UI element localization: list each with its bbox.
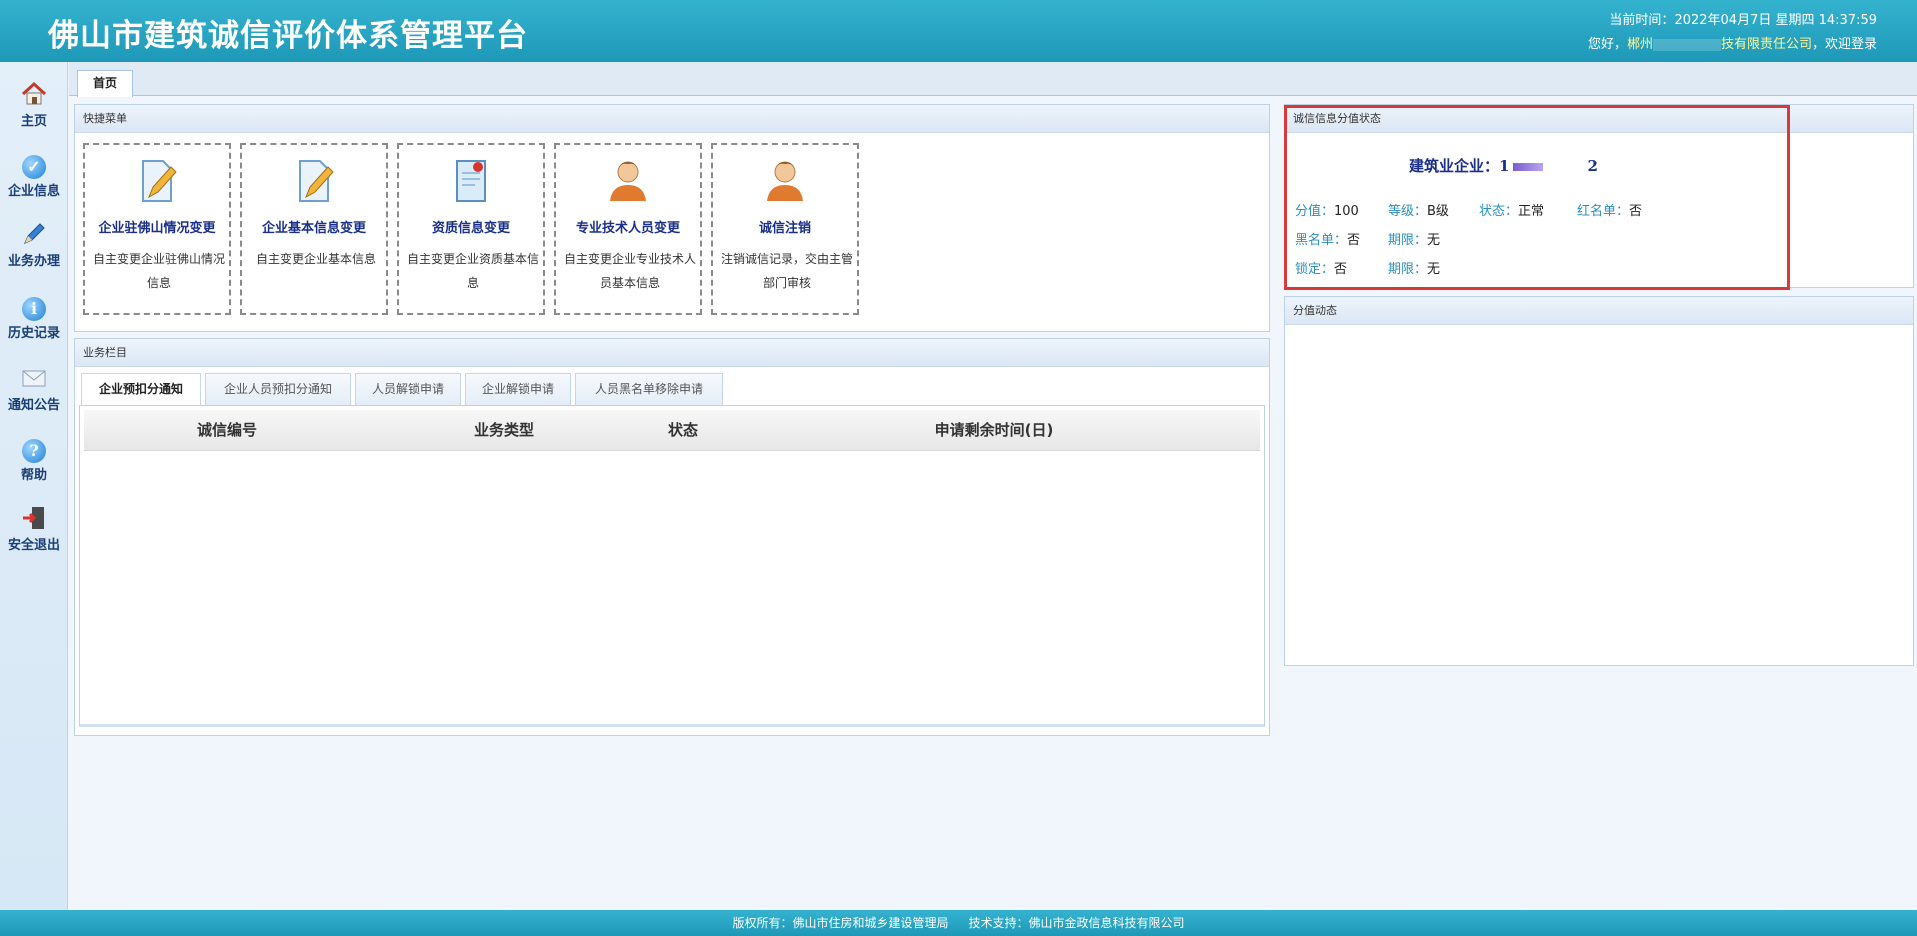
help-icon: ? [20,434,48,463]
nav-logout-label: 安全退出 [7,538,60,553]
redacted-text [1652,38,1721,51]
nav-history[interactable]: i 历史记录 [0,292,68,356]
col-credit-number[interactable]: 诚信编号 [84,410,370,451]
quick-menu-title: 快捷菜单 [75,105,1269,133]
nav-history-label: 历史记录 [7,326,60,341]
business-table: 诚信编号 业务类型 状态 申请剩余时间(日) [84,410,1260,451]
table-header-row: 诚信编号 业务类型 状态 申请剩余时间(日) [84,410,1260,451]
quick-card-title: 资质信息变更 [431,221,510,236]
nav-business[interactable]: 业务办理 [0,220,68,284]
nav-help[interactable]: ? 帮助 [0,434,68,498]
current-time-label: 当前时间： [1609,13,1675,28]
pencil-icon [20,220,48,248]
quick-card-basic-info-change[interactable]: 企业基本信息变更 自主变更企业基本信息 [240,143,388,315]
certificate-icon [445,155,497,207]
support-text: 技术支持：佛山市金政信息科技有限公司 [968,916,1185,930]
tab-blacklist-removal[interactable]: 人员黑名单移除申请 [575,373,723,405]
info-icon: i [20,292,48,321]
quick-card-title: 专业技术人员变更 [575,221,680,236]
greeting-prefix: 您好， [1587,37,1627,52]
business-title: 业务栏目 [75,339,1269,367]
tab-enterprise-deduction[interactable]: 企业预扣分通知 [81,373,201,406]
quick-card-desc: 自主变更企业基本信息 [255,252,376,266]
greeting-suffix: ，欢迎登录 [1811,37,1877,52]
copyright-text: 版权所有：佛山市住房和城乡建设管理局 [732,916,949,930]
tab-staff-deduction[interactable]: 企业人员预扣分通知 [205,373,351,405]
quick-card-title: 诚信注销 [758,221,811,236]
nav-company-info-label: 企业信息 [7,184,60,199]
quick-card-credit-cancel[interactable]: 诚信注销 注销诚信记录，交由主管部门审核 [711,143,859,315]
welcome-message: 您好，郴州 技有限责任公司，欢迎登录 [1588,33,1877,57]
quick-card-desc: 自主变更企业资质基本信息 [407,252,540,290]
quick-card-desc: 注销诚信记录，交由主管部门审核 [721,252,854,290]
quick-card-stationed-change[interactable]: 企业驻佛山情况变更 自主变更企业驻佛山情况信息 [83,143,231,315]
highlight-box [1284,105,1790,290]
quick-card-technical-staff-change[interactable]: 专业技术人员变更 自主变更企业专业技术人员基本信息 [554,143,702,315]
nav-home-label: 主页 [20,114,47,129]
tab-home[interactable]: 首页 [77,70,133,97]
quick-card-desc: 自主变更企业驻佛山情况信息 [93,252,226,290]
current-time: 当前时间：2022年04月7日 星期四 14:37:59 [1588,9,1877,33]
app-title: 佛山市建筑诚信评价体系管理平台 [48,18,528,54]
quick-card-desc: 自主变更企业专业技术人员基本信息 [564,252,697,290]
score-dynamics-panel: 分值动态 [1284,296,1914,666]
mail-icon [20,364,48,392]
tab-enterprise-unlock[interactable]: 企业解锁申请 [465,373,571,405]
score-dynamics-title: 分值动态 [1285,297,1913,325]
header-info: 当前时间：2022年04月7日 星期四 14:37:59 您好，郴州 技有限责任公… [1588,9,1877,57]
user-icon [759,155,811,207]
nav-notice-label: 通知公告 [7,398,60,413]
user-icon [602,155,654,207]
footer: 版权所有：佛山市住房和城乡建设管理局 技术支持：佛山市金政信息科技有限公司 [0,910,1917,936]
quick-card-title: 企业驻佛山情况变更 [98,221,216,236]
nav-business-label: 业务办理 [7,254,60,269]
edit-document-icon [131,155,183,207]
nav-home[interactable]: 主页 [0,80,68,144]
col-status[interactable]: 状态 [638,410,728,451]
nav-notice[interactable]: 通知公告 [0,364,68,428]
logout-icon [20,504,48,532]
company-info-icon: ✓ [20,150,48,179]
tab-staff-unlock[interactable]: 人员解锁申请 [355,373,461,405]
quick-card-qualification-change[interactable]: 资质信息变更 自主变更企业资质基本信息 [397,143,545,315]
edit-document-icon [288,155,340,207]
nav-company-info[interactable]: ✓ 企业信息 [0,150,68,214]
header: 佛山市建筑诚信评价体系管理平台 当前时间：2022年04月7日 星期四 14:3… [0,0,1917,62]
nav-logout[interactable]: 安全退出 [0,504,68,568]
nav-help-label: 帮助 [20,468,47,483]
home-icon [20,80,48,108]
current-time-value: 2022年04月7日 星期四 14:37:59 [1674,13,1877,28]
company-name-part1: 郴州 [1626,37,1653,52]
company-name-part2: 技有限责任公司 [1720,37,1812,52]
quick-card-title: 企业基本信息变更 [261,221,366,236]
left-nav: 主页 ✓ 企业信息 业务办理 i 历史记录 通知公告 ? 帮助 安全退出 [0,62,68,910]
business-table-area: 诚信编号 业务类型 状态 申请剩余时间(日) [79,405,1265,727]
col-remaining-days[interactable]: 申请剩余时间(日) [728,410,1260,451]
tab-strip: 首页 [69,62,1917,97]
business-panel: 业务栏目 企业预扣分通知 企业人员预扣分通知 人员解锁申请 企业解锁申请 人员黑… [74,338,1270,736]
col-business-type[interactable]: 业务类型 [370,410,638,451]
quick-menu-panel: 快捷菜单 企业驻佛山情况变更 自主变更企业驻佛山情况信息 企业基本信息变更 自主… [74,104,1270,332]
